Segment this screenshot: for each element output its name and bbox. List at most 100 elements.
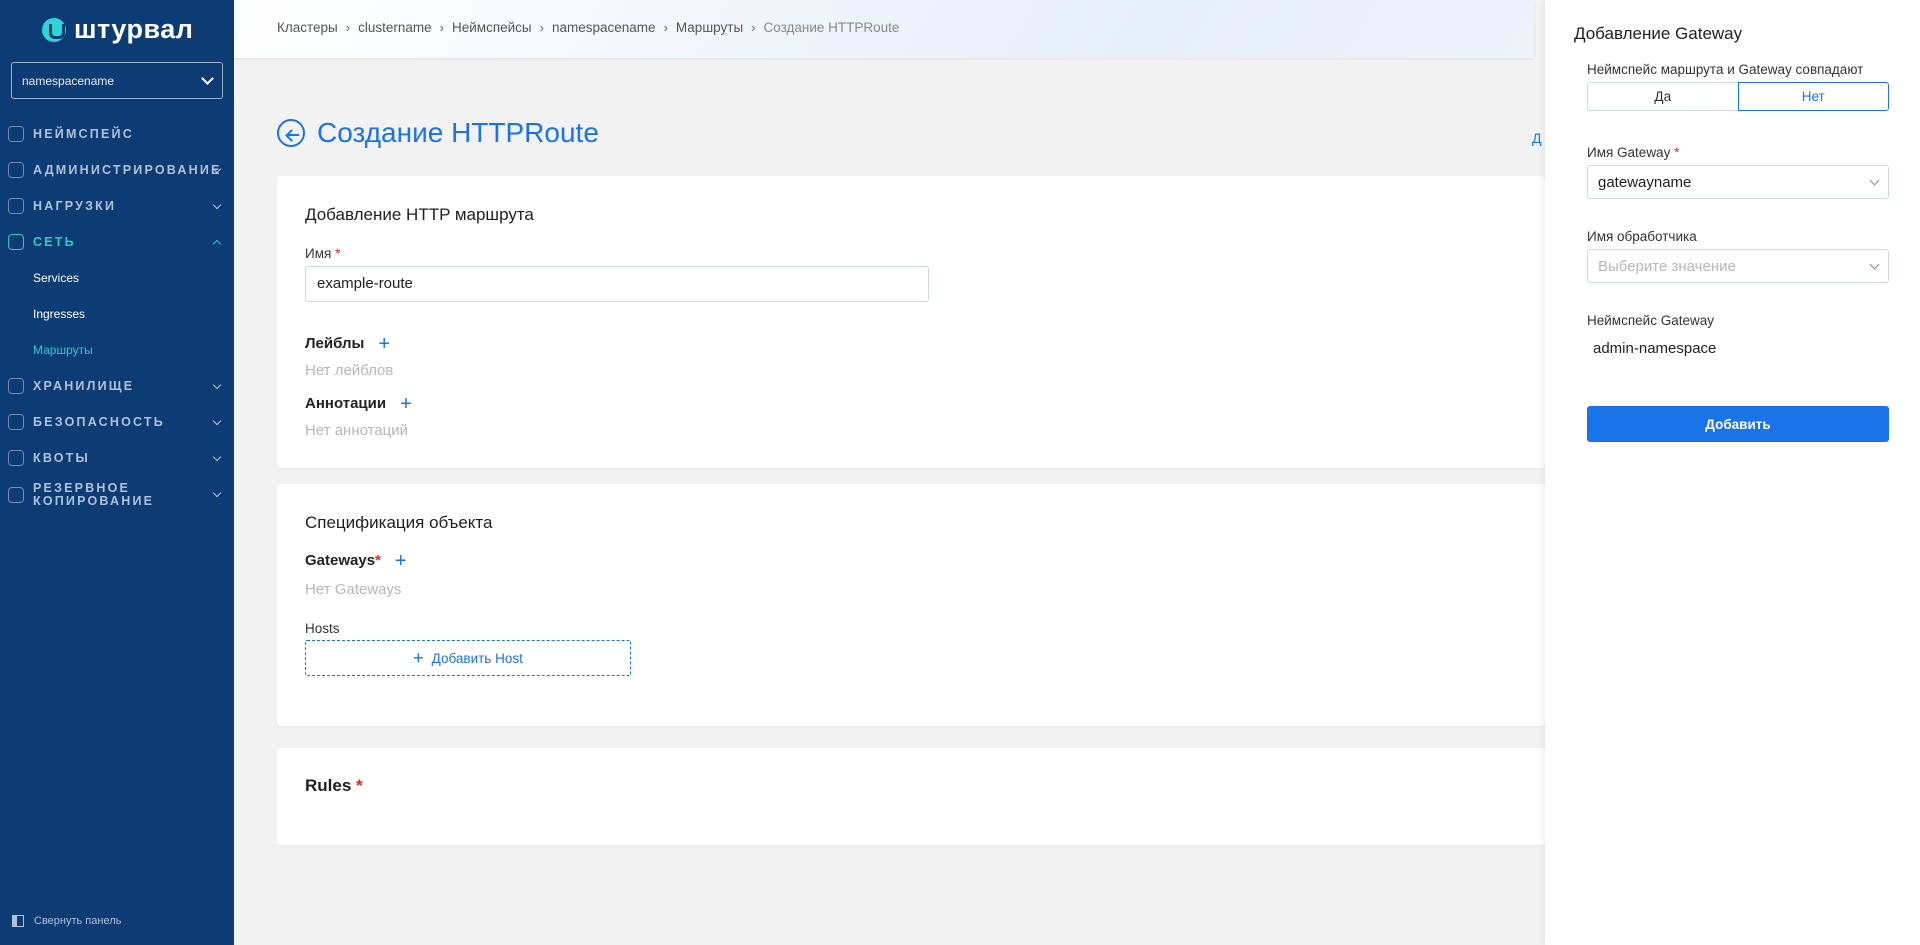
- add-gateway-panel: Добавление Gateway Неймспейс маршрута и …: [1545, 0, 1920, 945]
- chevron-down-icon: [212, 488, 222, 498]
- name-label-text: Имя: [305, 246, 332, 261]
- same-namespace-toggle: Да Нет: [1587, 82, 1889, 111]
- namespace-icon: [8, 126, 24, 142]
- namespace-select[interactable]: namespacename: [11, 62, 223, 99]
- sidebar-item-label: РЕЗЕРВНОЕ КОПИРОВАНИЕ: [33, 482, 154, 508]
- gateway-name-value: gatewayname: [1598, 173, 1692, 191]
- gateway-name-label: Имя Gateway *: [1587, 145, 1679, 160]
- sidebar-item-workloads[interactable]: НАГРУЗКИ: [0, 188, 234, 224]
- sidebar-item-label: НАГРУЗКИ: [33, 198, 117, 213]
- sidebar-item-namespace[interactable]: НЕЙМСПЕЙС: [0, 116, 234, 152]
- quotas-icon: [8, 450, 24, 466]
- breadcrumb-separator-icon: ›: [663, 20, 668, 35]
- sidebar-item-storage[interactable]: ХРАНИЛИЩЕ: [0, 368, 234, 404]
- required-marker: *: [356, 776, 363, 795]
- labels-section: Лейблы +: [305, 334, 390, 354]
- listener-name-label: Имя обработчика: [1587, 229, 1697, 244]
- name-field-label: Имя *: [305, 246, 340, 261]
- add-button[interactable]: Добавить: [1587, 406, 1889, 442]
- breadcrumb-item[interactable]: Неймспейсы: [452, 20, 532, 35]
- sidebar-item-network[interactable]: СЕТЬ: [0, 224, 234, 260]
- rules-title: Rules: [305, 776, 352, 795]
- gateway-name-select[interactable]: gatewayname: [1587, 165, 1889, 199]
- top-bar: Кластеры › clustername › Неймспейсы › na…: [234, 0, 1534, 58]
- sidebar-item-label: АДМИНИСТРИРОВАНИЕ: [33, 162, 222, 177]
- sidebar-subitem-routes[interactable]: Маршруты: [0, 332, 234, 368]
- required-marker: *: [1674, 145, 1680, 160]
- sidebar-subitem-services[interactable]: Services: [0, 260, 234, 296]
- chevron-down-icon: [1869, 259, 1880, 269]
- logo-text: штурвал: [74, 14, 194, 44]
- plus-icon: +: [413, 648, 424, 668]
- gateways-title: Gateways*: [305, 552, 381, 569]
- logo[interactable]: штурвал: [42, 14, 193, 45]
- breadcrumb: Кластеры › clustername › Неймспейсы › na…: [277, 20, 899, 35]
- sidebar-item-label: НЕЙМСПЕЙС: [33, 126, 134, 141]
- sidebar: штурвал namespacename НЕЙМСПЕЙС АДМИНИСТ…: [0, 0, 234, 945]
- breadcrumb-current: Создание HTTPRoute: [763, 20, 900, 35]
- page-header: Создание HTTPRoute: [277, 117, 599, 149]
- required-marker: *: [335, 246, 341, 261]
- add-gateway-plus-icon[interactable]: +: [395, 551, 407, 571]
- back-arrow-icon[interactable]: [277, 119, 305, 147]
- breadcrumb-item[interactable]: Кластеры: [277, 20, 338, 35]
- labels-empty-text: Нет лейблов: [305, 362, 394, 379]
- sidebar-item-quotas[interactable]: КВОТЫ: [0, 440, 234, 476]
- sidebar-item-administration[interactable]: АДМИНИСТРИРОВАНИЕ: [0, 152, 234, 188]
- gateway-name-label-text: Имя Gateway: [1587, 145, 1671, 160]
- annotations-section: Аннотации +: [305, 394, 412, 414]
- breadcrumb-item[interactable]: Маршруты: [676, 20, 743, 35]
- header-link-partial[interactable]: Д: [1532, 130, 1541, 146]
- page-title: Создание HTTPRoute: [317, 117, 599, 148]
- listener-name-select[interactable]: Выберите значение: [1587, 249, 1889, 283]
- add-label-plus-icon[interactable]: +: [378, 334, 390, 354]
- add-host-label: Добавить Host: [431, 650, 523, 666]
- sidebar-item-label-line2: КОПИРОВАНИЕ: [33, 494, 155, 508]
- option-yes[interactable]: Да: [1587, 82, 1738, 111]
- panel-title: Добавление Gateway: [1574, 24, 1743, 43]
- sidebar-item-security[interactable]: БЕЗОПАСНОСТЬ: [0, 404, 234, 440]
- object-spec-card: Спецификация объекта Gateways* + Нет Gat…: [277, 484, 1545, 726]
- card-title: Добавление HTTP маршрута: [305, 205, 534, 224]
- chevron-down-icon: [1869, 175, 1880, 185]
- annotations-empty-text: Нет аннотаций: [305, 422, 409, 439]
- namespace-select-value: namespacename: [22, 73, 115, 88]
- sidebar-item-backup[interactable]: РЕЗЕРВНОЕ КОПИРОВАНИЕ: [0, 476, 234, 514]
- add-host-button[interactable]: + Добавить Host: [305, 640, 631, 676]
- sidebar-item-label-line1: РЕЗЕРВНОЕ: [33, 481, 131, 495]
- gateways-empty-text: Нет Gateways: [305, 581, 402, 598]
- collapse-panel-button[interactable]: Свернуть панель: [12, 915, 121, 927]
- rules-card: Rules *: [277, 748, 1545, 845]
- network-icon: [8, 234, 24, 250]
- sidebar-item-label: БЕЗОПАСНОСТЬ: [33, 414, 165, 429]
- hosts-label: Hosts: [305, 621, 340, 636]
- gateways-title-text: Gateways: [305, 552, 376, 569]
- sidebar-nav: НЕЙМСПЕЙС АДМИНИСТРИРОВАНИЕ НАГРУЗКИ СЕТ…: [0, 116, 234, 514]
- card-title: Rules *: [305, 776, 363, 796]
- breadcrumb-separator-icon: ›: [345, 20, 351, 35]
- backup-icon: [8, 487, 24, 503]
- collapse-panel-label: Свернуть панель: [34, 915, 122, 927]
- listener-placeholder: Выберите значение: [1598, 257, 1736, 275]
- http-route-card: Добавление HTTP маршрута Имя * example-r…: [277, 176, 1545, 468]
- breadcrumb-separator-icon: ›: [751, 20, 756, 35]
- gateway-namespace-label: Неймспейс Gateway: [1587, 313, 1714, 328]
- name-input[interactable]: example-route: [305, 266, 929, 302]
- add-annotation-plus-icon[interactable]: +: [400, 394, 412, 414]
- chevron-down-icon: [212, 452, 222, 462]
- breadcrumb-item[interactable]: clustername: [358, 20, 432, 35]
- labels-title: Лейблы: [305, 335, 365, 352]
- chevron-down-icon: [212, 380, 222, 390]
- option-no[interactable]: Нет: [1737, 82, 1889, 111]
- chevron-up-icon: [212, 239, 222, 249]
- sidebar-subitem-ingresses[interactable]: Ingresses: [0, 296, 234, 332]
- required-marker: *: [375, 552, 381, 569]
- annotations-title: Аннотации: [305, 395, 387, 412]
- breadcrumb-item[interactable]: namespacename: [552, 20, 656, 35]
- chevron-down-icon: [212, 200, 222, 210]
- breadcrumb-separator-icon: ›: [539, 20, 544, 35]
- sidebar-item-label: ХРАНИЛИЩЕ: [33, 378, 135, 393]
- gateways-section: Gateways* +: [305, 551, 407, 571]
- collapse-panel-icon: [12, 915, 24, 927]
- admin-gear-icon: [8, 162, 24, 178]
